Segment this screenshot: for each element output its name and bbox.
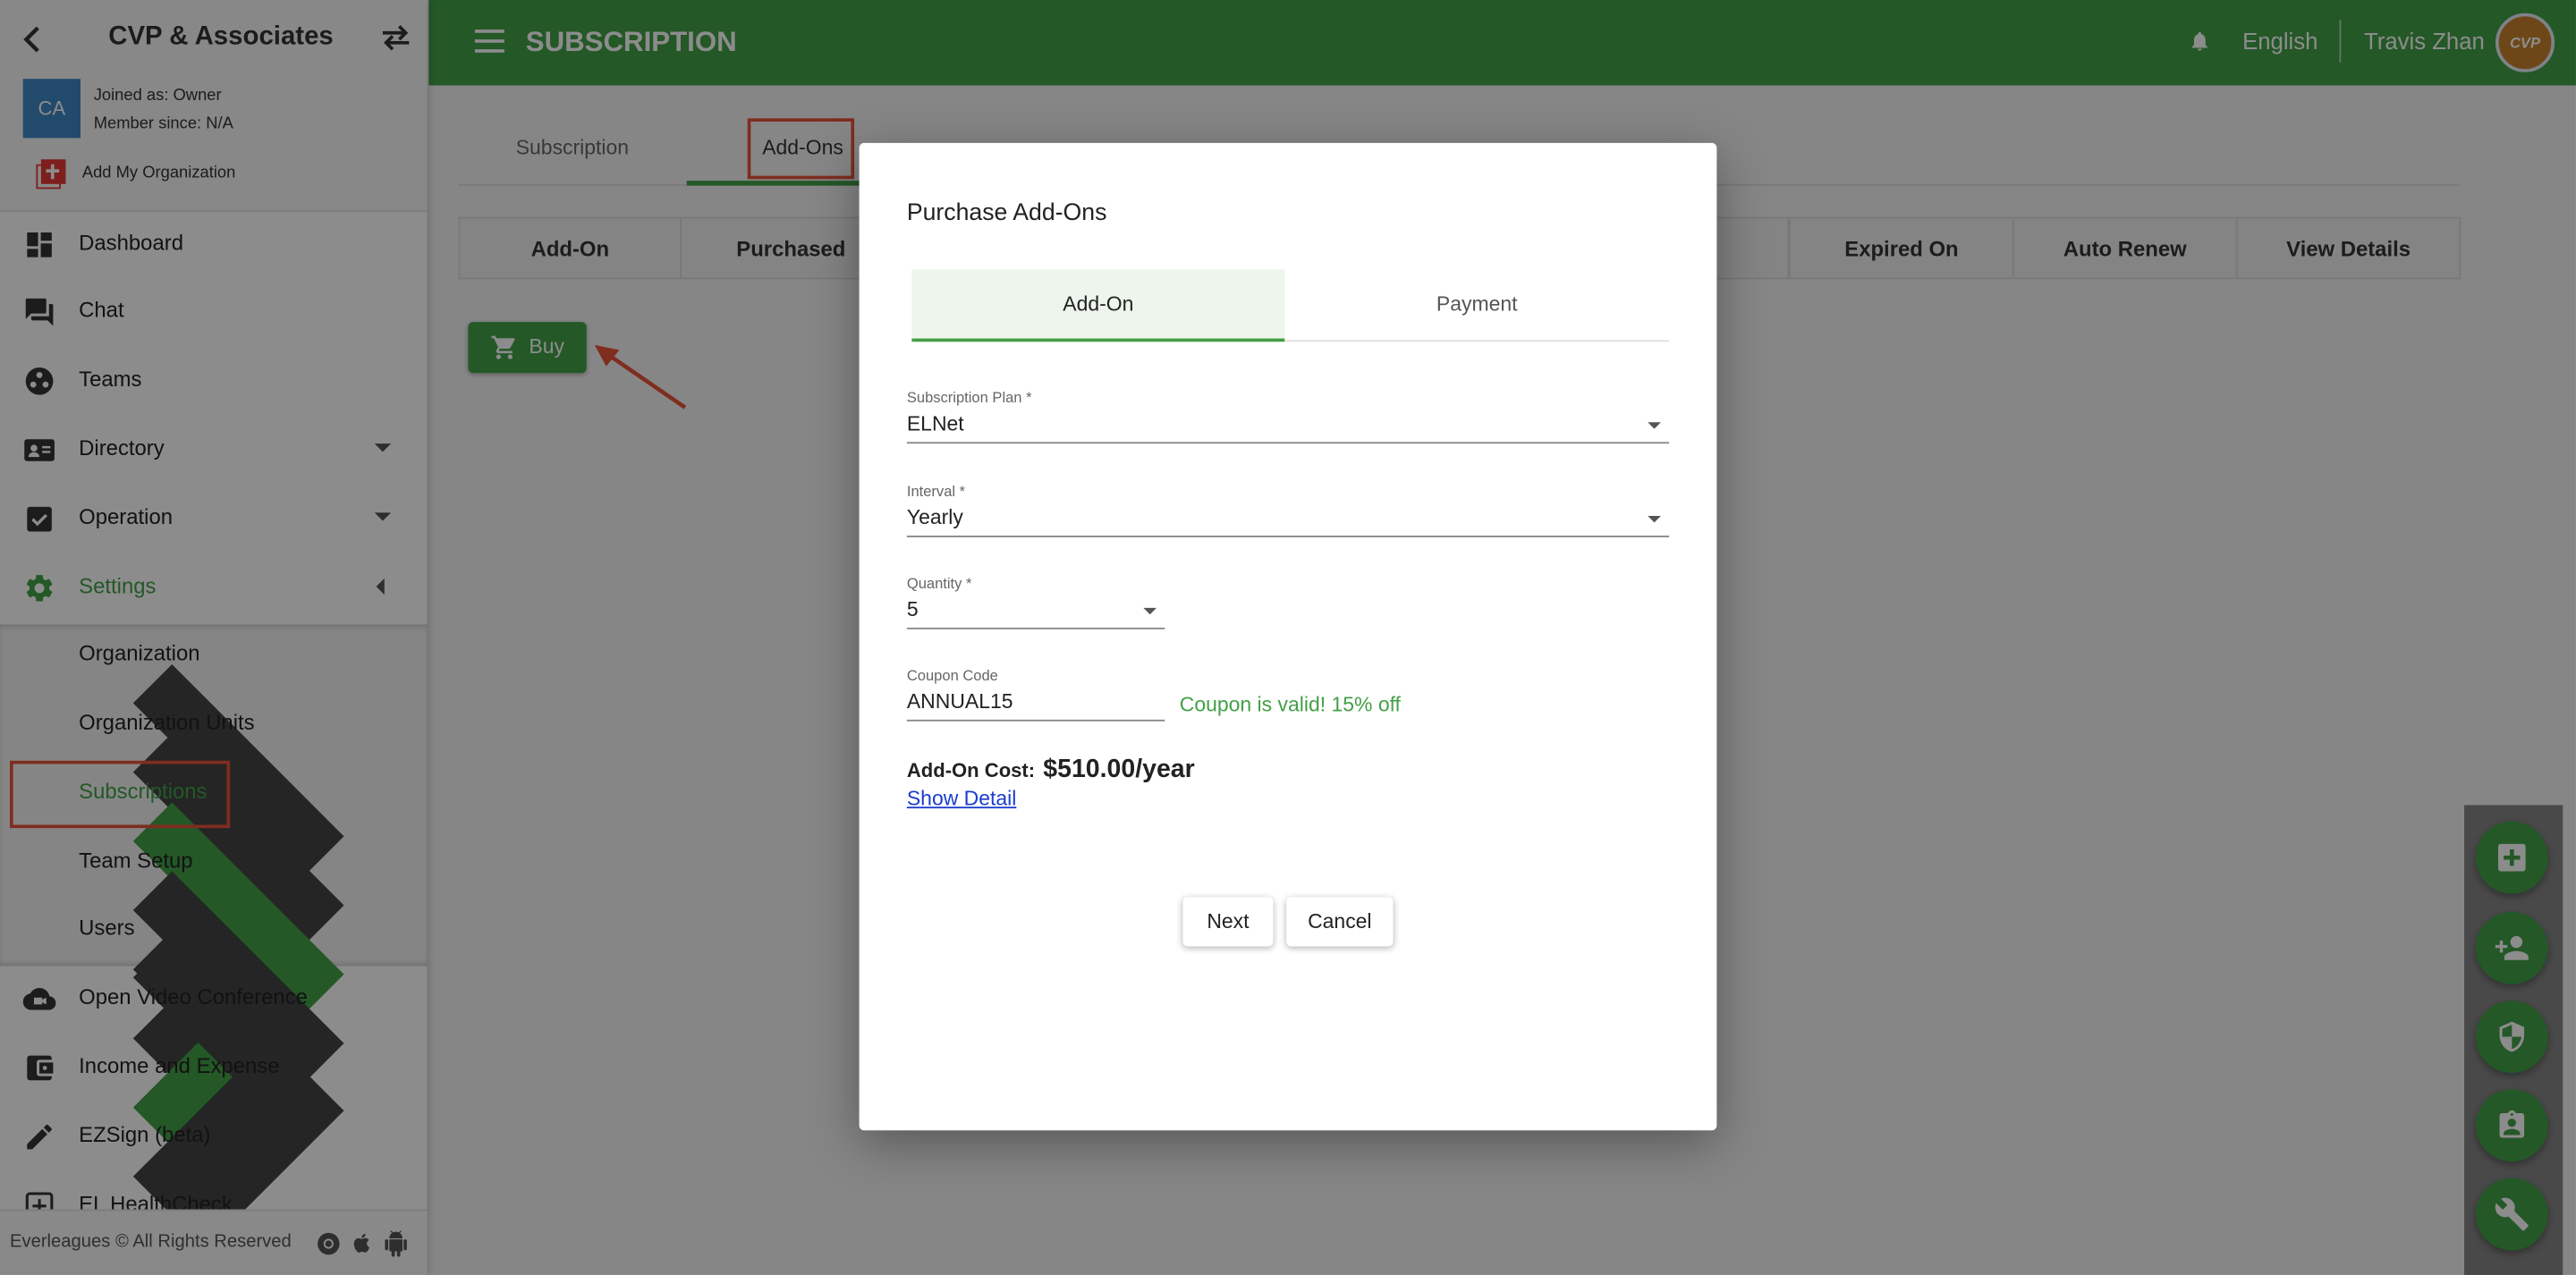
interval-label: Interval * (906, 483, 966, 500)
coupon-code-value: ANNUAL15 (906, 689, 1013, 713)
contact-card-icon (2499, 1110, 2525, 1138)
subscription-plan-value: ELNet (906, 412, 964, 435)
coupon-code-field[interactable]: Coupon Code ANNUAL15 (906, 663, 1165, 722)
subscription-plan-label: Subscription Plan * (906, 389, 1032, 406)
dialog-tab-payment[interactable]: Payment (1284, 269, 1669, 342)
subscription-plan-select[interactable]: Subscription Plan * ELNet (906, 386, 1670, 444)
add-on-cost-label: Add-On Cost: (906, 758, 1036, 782)
wrench-icon (2495, 1197, 2529, 1231)
dialog-tab-indicator (911, 338, 1285, 342)
cancel-button[interactable]: Cancel (1286, 897, 1394, 947)
shield-icon (2499, 1021, 2525, 1052)
show-detail-link[interactable]: Show Detail (907, 787, 1017, 810)
quantity-label: Quantity * (906, 575, 972, 592)
coupon-code-label: Coupon Code (906, 667, 998, 684)
add-fab-button[interactable] (2475, 821, 2548, 894)
dialog-tabs-divider (1284, 340, 1670, 342)
quantity-value: 5 (906, 597, 919, 621)
dialog-title: Purchase Add-Ons (906, 200, 1107, 227)
dropdown-arrow-icon (1648, 516, 1661, 523)
interval-value: Yearly (906, 505, 963, 529)
add-on-cost-value: $510.00/year (1043, 756, 1195, 784)
add-person-fab-button[interactable] (2475, 911, 2548, 984)
contact-fab-button[interactable] (2475, 1089, 2548, 1162)
next-button[interactable]: Next (1182, 897, 1274, 947)
quantity-select[interactable]: Quantity * 5 (906, 571, 1165, 629)
dropdown-arrow-icon (1143, 607, 1157, 615)
security-fab-button[interactable] (2475, 1001, 2548, 1073)
purchase-add-ons-dialog: Purchase Add-Ons Add-On Payment Subscrip… (859, 142, 1717, 1131)
dropdown-arrow-icon (1648, 422, 1661, 429)
dialog-tab-add-on[interactable]: Add-On (911, 269, 1285, 342)
coupon-status-text: Coupon is valid! 15% off (1179, 693, 1401, 717)
interval-select[interactable]: Interval * Yearly (906, 480, 1670, 537)
add-box-icon (2498, 843, 2526, 872)
person-add-icon (2495, 935, 2529, 960)
tools-fab-button[interactable] (2475, 1178, 2548, 1251)
